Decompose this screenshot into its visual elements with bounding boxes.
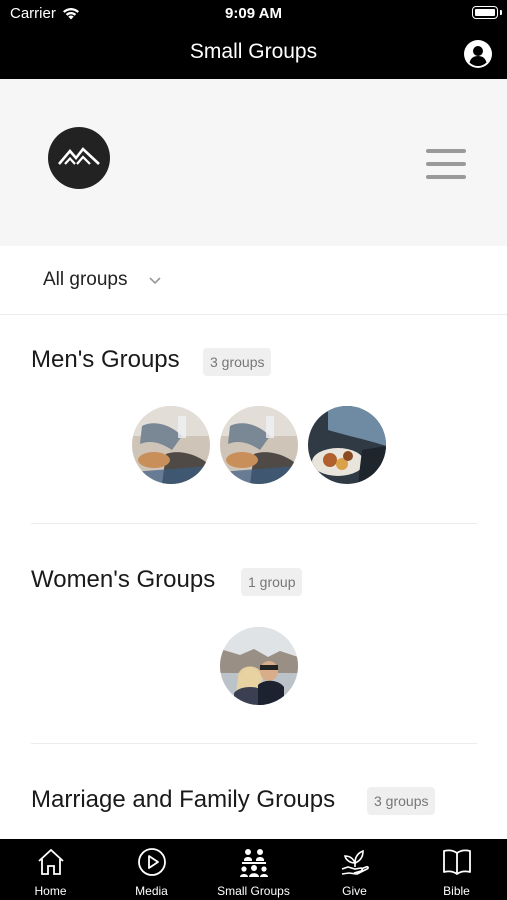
battery-cap [500,10,502,15]
tab-home[interactable]: Home [0,839,101,900]
group-count-badge: 3 groups [367,787,436,815]
page-title: Small Groups [189,40,318,63]
group-avatar[interactable] [220,406,298,484]
tab-label: Bible [443,884,470,898]
status-bar: Carrier 9:09 AM [0,0,507,28]
tab-bible[interactable]: Bible [406,839,507,900]
book-icon [442,849,471,875]
group-avatar[interactable] [132,406,210,484]
group-count-badge: 1 group [241,568,303,596]
tab-bar: Home Media Small Groups Give Bible [0,839,507,900]
section-title-womens-groups[interactable]: Women's Groups [31,566,215,594]
tab-label: Media [135,884,168,898]
tab-small-groups[interactable]: Small Groups [203,839,304,900]
tab-label: Home [34,884,67,898]
tab-media[interactable]: Media [101,839,202,900]
section-divider [31,743,477,744]
brand-header [0,79,507,246]
tab-label: Small Groups [217,884,290,898]
battery-icon [472,6,498,19]
section-divider [31,523,477,524]
chevron-down-icon [149,277,161,285]
top-bar: Carrier 9:09 AM Small Groups [0,0,507,79]
filter-label: All groups [43,269,128,290]
give-hand-icon [341,849,369,875]
play-icon [137,848,166,876]
group-avatar[interactable] [220,627,298,705]
clock: 9:09 AM [225,5,282,22]
hamburger-menu-icon[interactable] [426,149,466,181]
group-avatar[interactable] [308,406,386,484]
home-icon [37,848,64,875]
account-icon[interactable] [464,40,492,68]
group-count-badge: 3 groups [203,348,272,376]
group-filter[interactable]: All groups [0,246,507,315]
section-title-marriage-family-groups[interactable]: Marriage and Family Groups [31,786,335,814]
tab-label: Give [342,884,367,898]
section-title-mens-groups[interactable]: Men's Groups [31,346,180,374]
mountain-logo-icon[interactable] [48,127,110,189]
tab-give[interactable]: Give [304,839,405,900]
groups-icon [239,849,268,877]
